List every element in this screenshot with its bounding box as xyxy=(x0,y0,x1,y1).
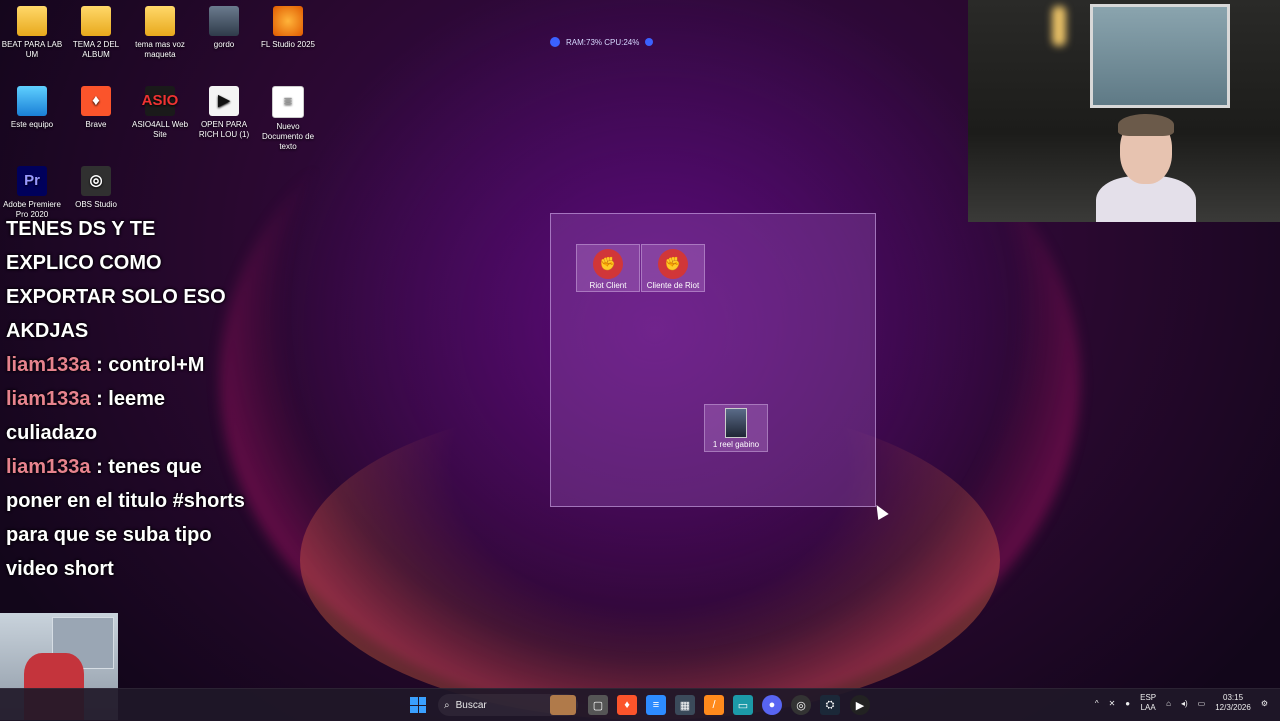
computer-icon xyxy=(17,86,47,116)
selection-rectangle: ✊ Riot Client ✊ Cliente de Riot 1 reel g… xyxy=(550,213,876,507)
desktop-icon-label: gordo xyxy=(213,40,235,49)
explorer-taskbar-icon[interactable]: ▭ xyxy=(733,695,753,715)
streamer xyxy=(1096,114,1196,222)
volume-icon[interactable]: ◂) xyxy=(1181,699,1188,708)
wifi-icon[interactable]: ⌂ xyxy=(1166,699,1171,708)
chat-message: liam133a : leeme culiadazo xyxy=(6,382,246,450)
desktop-icon-tema-2-del-album[interactable]: TEMA 2 DEL ALBUM xyxy=(64,6,128,60)
desktop-icon-label: FL Studio 2025 xyxy=(261,40,315,49)
chat-text: control+M xyxy=(108,354,205,376)
network-icon[interactable]: ✕ xyxy=(1109,699,1116,708)
notification-icon[interactable]: ⚙ xyxy=(1261,699,1268,708)
chat-header-message: TENES DS Y TE EXPLICO COMO EXPORTAR SOLO… xyxy=(6,218,226,342)
desktop-icon-este-equipo[interactable]: Este equipo xyxy=(0,86,64,130)
brave-taskbar-icon[interactable]: ♦ xyxy=(617,695,637,715)
desktop-icon-nuevo-documento[interactable]: ≡ Nuevo Documento de texto xyxy=(256,86,320,152)
obs-icon: ◎ xyxy=(81,166,111,196)
desktop-icon-open-para-rich-lou[interactable]: ▶ OPEN PARA RICH LOU (1) xyxy=(192,86,256,140)
desktop-icon-label: OBS Studio xyxy=(75,200,117,209)
chat-message: liam133a : control+M xyxy=(6,348,246,382)
desktop-icon-brave[interactable]: ♦ Brave xyxy=(64,86,128,130)
clock-time: 03:15 xyxy=(1223,693,1244,702)
perf-readout: RAM:73% CPU:24% xyxy=(566,37,640,47)
chat-username: liam133a xyxy=(6,456,91,478)
desktop-icon-label: Nuevo Documento de texto xyxy=(261,122,315,151)
text-document-icon: ≡ xyxy=(272,86,304,118)
video-file-icon xyxy=(725,408,747,438)
search-highlight-icon[interactable] xyxy=(550,695,576,715)
desktop-icon-label: tema mas voz maqueta xyxy=(135,40,185,59)
desktop-icon-tema-mas-voz-maqueta[interactable]: tema mas voz maqueta xyxy=(128,6,192,60)
desktop-icon-gordo[interactable]: gordo xyxy=(192,6,256,50)
folder-icon xyxy=(145,6,175,36)
background-window xyxy=(1090,4,1230,108)
folder-icon xyxy=(81,6,111,36)
language-indicator[interactable]: ESP LAA xyxy=(1140,693,1156,713)
webcam-overlay xyxy=(968,0,1280,222)
folder-icon xyxy=(17,6,47,36)
obs-taskbar-icon[interactable]: ◎ xyxy=(791,695,811,715)
desktop-icon-beat-para-lab-um[interactable]: BEAT PARA LAB UM xyxy=(0,6,64,60)
desktop-icon-asio4all[interactable]: ASIO ASIO4ALL Web Site xyxy=(128,86,192,140)
calculator-taskbar-icon[interactable]: ▦ xyxy=(675,695,695,715)
system-tray: ^ ✕ ● ESP LAA ⌂ ◂) ▭ 03:15 12/3/2026 ⚙ xyxy=(1095,693,1268,713)
image-file-icon xyxy=(209,6,239,36)
task-view-icon[interactable]: ▢ xyxy=(588,695,608,715)
riot-icon: ✊ xyxy=(658,249,688,279)
brave-icon: ♦ xyxy=(81,86,111,116)
desktop-icon-label: TEMA 2 DEL ALBUM xyxy=(72,40,120,59)
search-icon: ⌕ xyxy=(444,699,450,711)
lamp-light xyxy=(1052,6,1066,46)
fl-studio-icon xyxy=(273,6,303,36)
chat-message: liam133a : tenes que poner en el titulo … xyxy=(6,450,246,586)
clock[interactable]: 03:15 12/3/2026 xyxy=(1215,693,1251,713)
chat-separator: : xyxy=(90,456,109,478)
desktop-icon-label: BEAT PARA LAB UM xyxy=(1,40,63,59)
clock-date: 12/3/2026 xyxy=(1215,703,1251,712)
desktop-icon-cliente-de-riot[interactable]: ✊ Cliente de Riot xyxy=(641,244,705,292)
chat-separator: : xyxy=(90,354,109,376)
chat-overlay: TENES DS Y TE EXPLICO COMO EXPORTAR SOLO… xyxy=(6,212,246,586)
chat-username: liam133a xyxy=(6,388,91,410)
steam-taskbar-icon[interactable]: ⛭ xyxy=(820,695,840,715)
desktop-icon-obs-studio[interactable]: ◎ OBS Studio xyxy=(64,166,128,210)
fl-studio-taskbar-icon[interactable]: / xyxy=(704,695,724,715)
premiere-icon: Pr xyxy=(17,166,47,196)
chevron-up-icon[interactable]: ^ xyxy=(1095,699,1099,708)
desktop-icon-fl-studio[interactable]: FL Studio 2025 xyxy=(256,6,320,50)
desktop-icon-label: OPEN PARA RICH LOU (1) xyxy=(198,120,250,139)
desktop-icon-label: ASIO4ALL Web Site xyxy=(131,120,189,139)
desktop-icon-label: 1 reel gabino xyxy=(712,440,760,449)
riot-icon: ✊ xyxy=(593,249,623,279)
media-player-taskbar-icon[interactable]: ▶ xyxy=(850,695,870,715)
desktop-icon-label: Riot Client xyxy=(589,281,627,290)
microphone-icon[interactable]: ● xyxy=(1125,699,1130,708)
desktop-icon-riot-client[interactable]: ✊ Riot Client xyxy=(576,244,640,292)
media-file-icon: ▶ xyxy=(209,86,239,116)
desktop-icon-label: Este equipo xyxy=(10,120,54,129)
asio-icon: ASIO xyxy=(142,86,178,116)
discord-taskbar-icon[interactable]: ● xyxy=(762,695,782,715)
taskbar: ⌕ Buscar ▢ ♦ ≡ ▦ / ▭ ● ◎ ⛭ ▶ ^ ✕ ● ESP L… xyxy=(0,688,1280,721)
desktop-icon-label: Brave xyxy=(85,120,107,129)
desktop-icon-label: Cliente de Riot xyxy=(646,281,700,290)
battery-icon[interactable]: ▭ xyxy=(1198,699,1206,708)
mic-icon xyxy=(550,37,560,47)
search-label: Buscar xyxy=(455,699,487,711)
notes-taskbar-icon[interactable]: ≡ xyxy=(646,695,666,715)
desktop-icon-1-reel-gabino[interactable]: 1 reel gabino xyxy=(704,404,768,452)
chat-username: liam133a xyxy=(6,354,91,376)
arrow-icon xyxy=(645,38,654,46)
performance-overlay: RAM:73% CPU:24% xyxy=(550,35,654,49)
chat-separator: : xyxy=(90,388,109,410)
start-button-icon[interactable] xyxy=(410,697,426,713)
